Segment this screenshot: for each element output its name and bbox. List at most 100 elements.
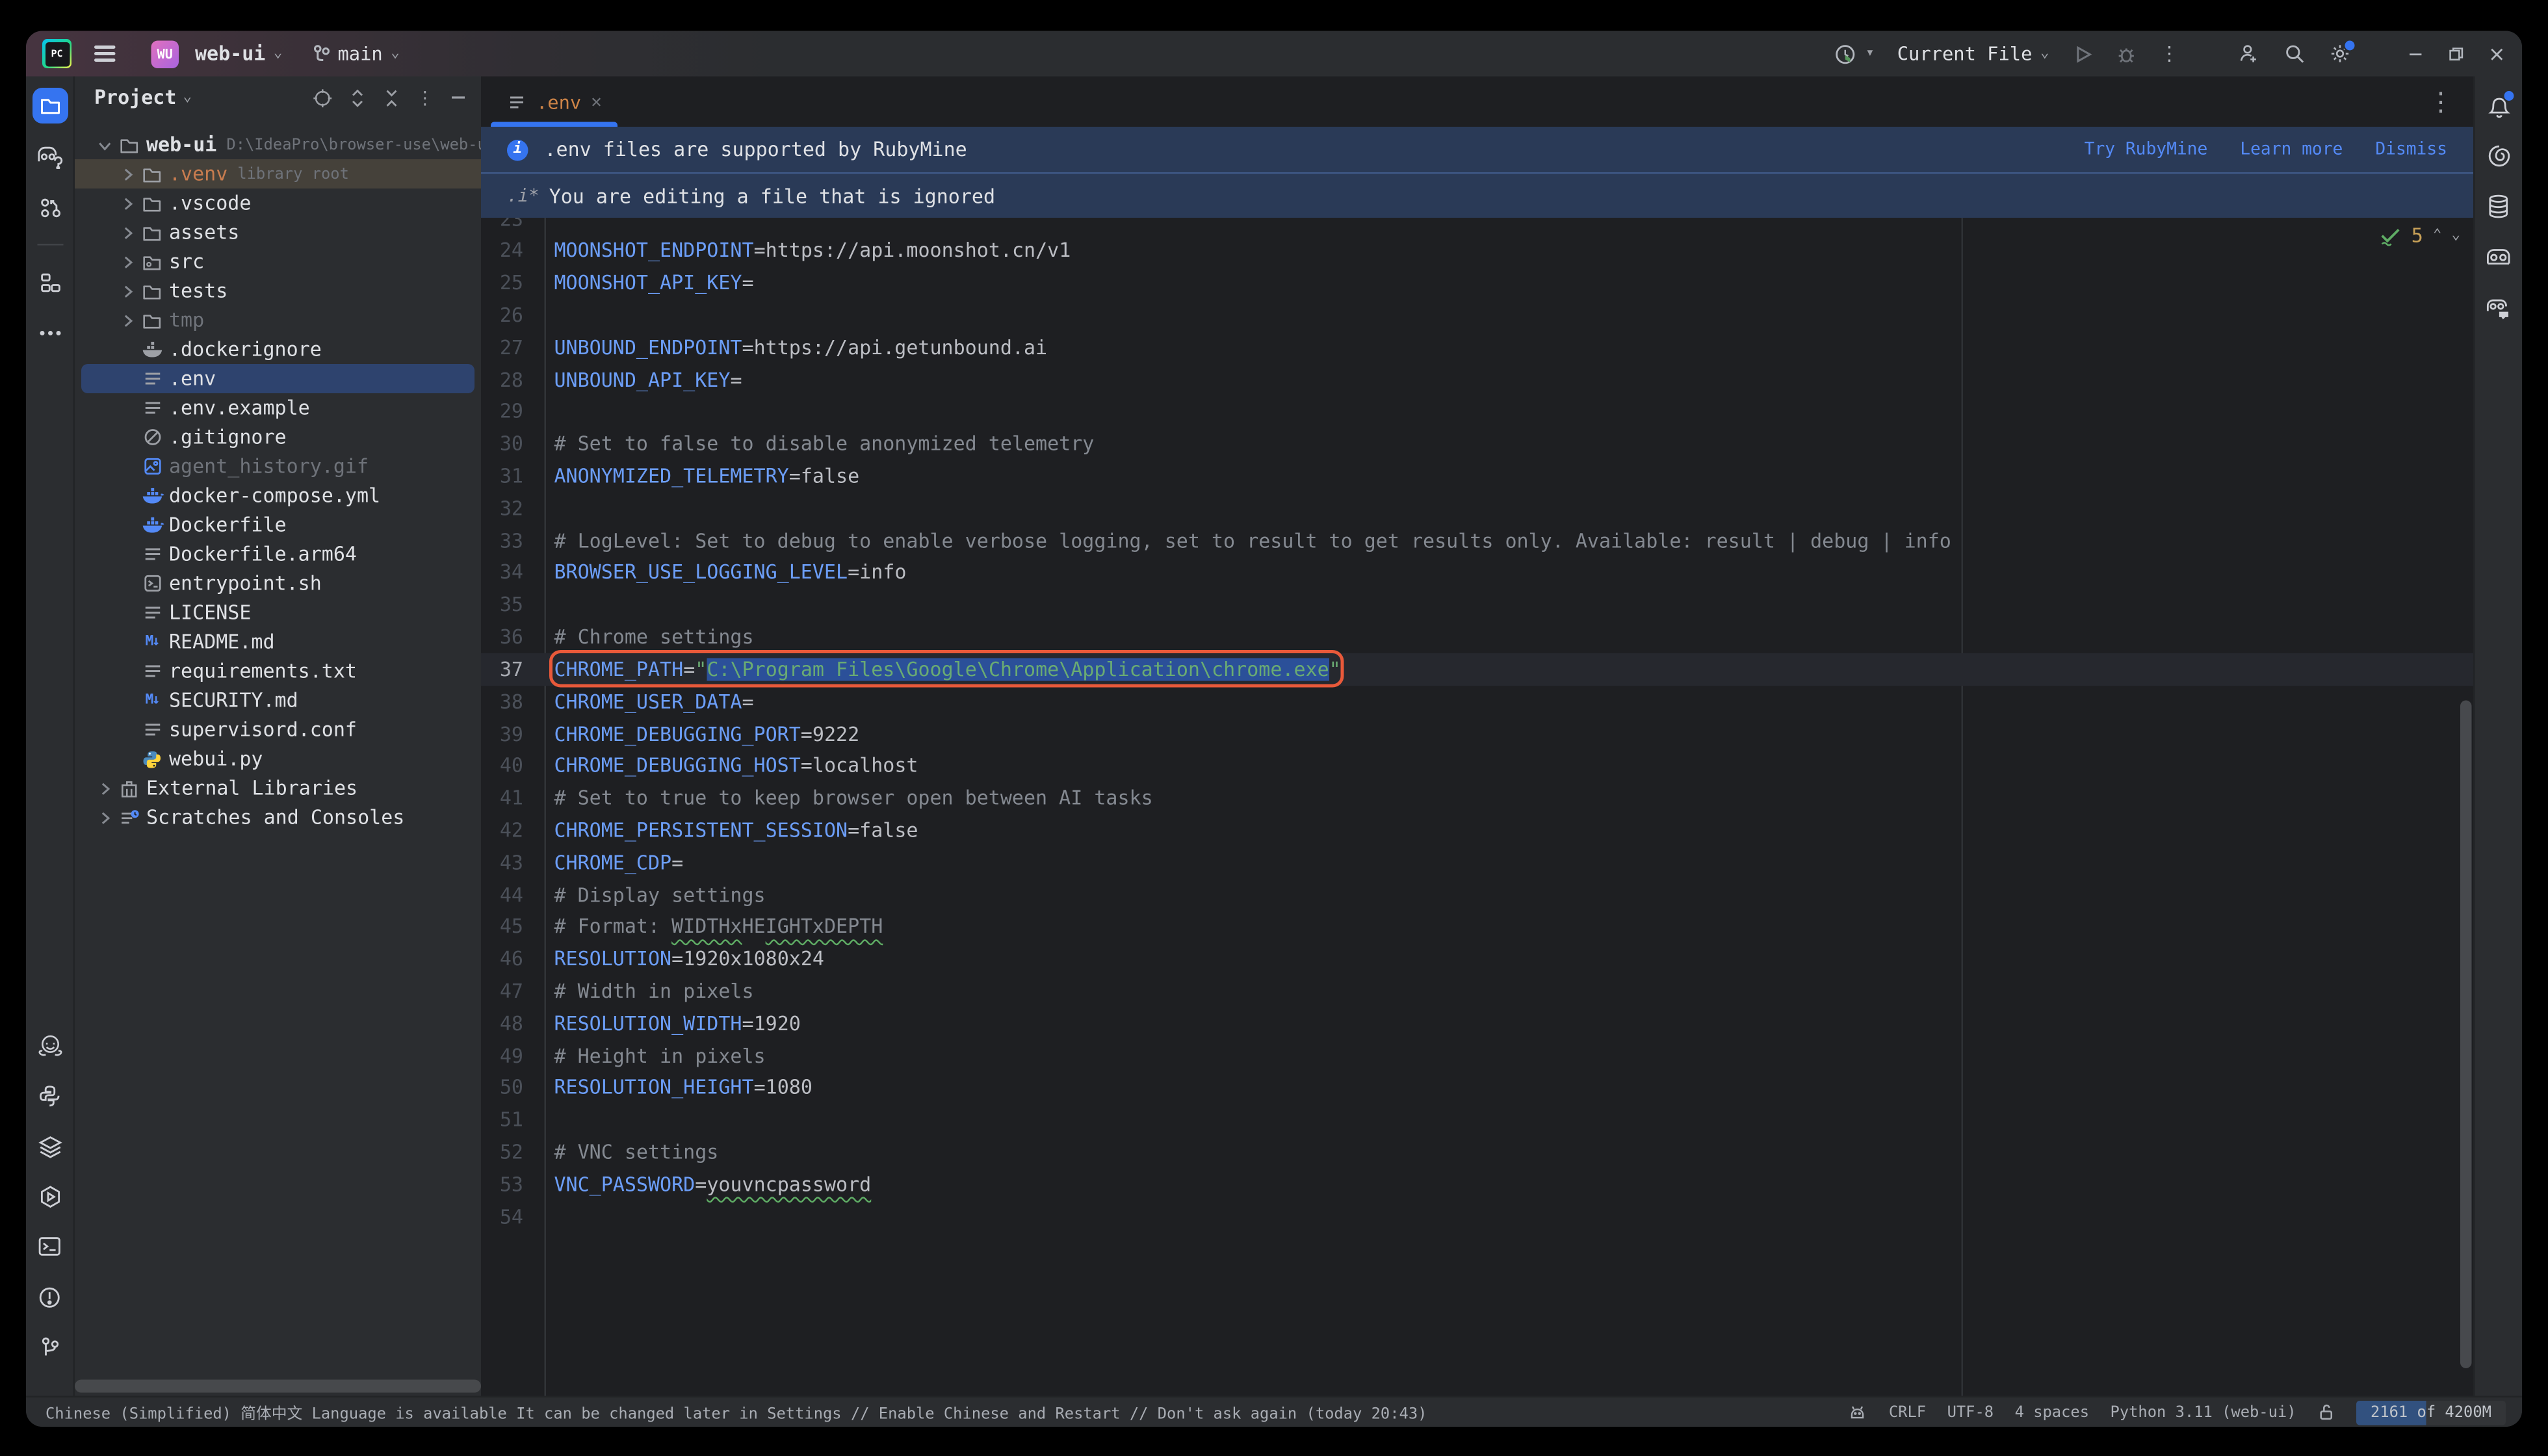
run-button[interactable]	[2072, 43, 2094, 64]
code-line-28[interactable]: 28UNBOUND_API_KEY=	[481, 363, 2473, 396]
code-line-32[interactable]: 32	[481, 492, 2473, 525]
chevron-down-icon[interactable]: ⌄	[183, 90, 192, 106]
tree-item--env-example[interactable]: .env.example	[75, 393, 481, 422]
chevron-right-icon[interactable]	[93, 809, 116, 827]
more-actions-kebab-icon[interactable]: ⋮	[2160, 42, 2179, 65]
interpreter-indicator[interactable]: Python 3.11 (web-ui)	[2111, 1403, 2296, 1422]
tree-item-tmp[interactable]: tmp	[75, 306, 481, 335]
tree-item--gitignore[interactable]: .gitignore	[75, 422, 481, 452]
commit-icon[interactable]	[32, 188, 68, 224]
notifications-bell-icon[interactable]	[2480, 88, 2516, 124]
code-line-26[interactable]: 26	[481, 299, 2473, 332]
code-line-51[interactable]: 51	[481, 1104, 2473, 1136]
banner-link-dismiss[interactable]: Dismiss	[2375, 140, 2447, 159]
tab-env[interactable]: .env ✕	[491, 77, 618, 127]
code-line-36[interactable]: 36# Chrome settings	[481, 621, 2473, 653]
chevron-right-icon[interactable]	[93, 779, 116, 798]
chevron-right-icon[interactable]	[116, 165, 138, 183]
code-line-54[interactable]: 54	[481, 1201, 2473, 1233]
ai-robot-chat-icon[interactable]	[2480, 289, 2516, 325]
python-packages-icon[interactable]	[32, 1078, 68, 1113]
tree-item-dockerfile[interactable]: Dockerfile	[75, 510, 481, 540]
hide-panel-icon[interactable]	[448, 88, 468, 107]
code-line-47[interactable]: 47# Width in pixels	[481, 975, 2473, 1008]
more-icon[interactable]	[32, 315, 68, 351]
status-message[interactable]: Chinese (Simplified) 简体中文 Language is av…	[46, 1401, 1427, 1424]
tree-item--venv[interactable]: .venvlibrary root	[75, 159, 481, 188]
main-menu-icon[interactable]	[94, 46, 116, 61]
tree-item--vscode[interactable]: .vscode	[75, 188, 481, 218]
code-line-42[interactable]: 42CHROME_PERSISTENT_SESSION=false	[481, 814, 2473, 847]
tree-item-webui-py[interactable]: webui.py	[75, 744, 481, 774]
chevron-down-icon[interactable]	[93, 136, 116, 154]
project-selector[interactable]: web-ui ⌄	[192, 42, 282, 65]
minimize-button[interactable]	[2407, 45, 2425, 63]
editor-vscrollbar[interactable]	[2460, 701, 2472, 1369]
android-icon[interactable]	[1848, 1403, 1867, 1422]
code-line-29[interactable]: 29	[481, 396, 2473, 428]
line-ending-indicator[interactable]: CRLF	[1889, 1403, 1926, 1422]
tab-close-icon[interactable]: ✕	[591, 91, 602, 112]
ai-assistant-icon[interactable]	[2480, 138, 2516, 174]
hugging-face-icon[interactable]	[32, 1027, 68, 1063]
panel-options-kebab-icon[interactable]: ⋮	[416, 87, 434, 109]
tree-item-web-ui[interactable]: web-uiD:\IdeaPro\browser-use\web-ui	[75, 130, 481, 159]
ai-robot-icon[interactable]	[2480, 239, 2516, 275]
code-line-24[interactable]: 24MOONSHOT_ENDPOINT=https://api.moonshot…	[481, 235, 2473, 267]
prev-problem-icon[interactable]: ⌃	[2433, 228, 2442, 244]
encoding-indicator[interactable]: UTF-8	[1947, 1403, 1994, 1422]
tree-item-security-md[interactable]: M↓SECURITY.md	[75, 686, 481, 715]
tree-item-src[interactable]: src	[75, 247, 481, 276]
locate-file-icon[interactable]	[312, 87, 333, 109]
chevron-right-icon[interactable]	[116, 253, 138, 271]
code-line-43[interactable]: 43CHROME_CDP=	[481, 846, 2473, 879]
next-problem-icon[interactable]: ⌄	[2451, 228, 2460, 244]
code-line-52[interactable]: 52# VNC settings	[481, 1136, 2473, 1169]
ai-assistant-help-icon[interactable]	[32, 138, 68, 174]
collapse-all-icon[interactable]	[382, 87, 402, 109]
code-line-41[interactable]: 41# Set to true to keep browser open bet…	[481, 782, 2473, 814]
expand-all-icon[interactable]	[348, 87, 367, 109]
project-avatar[interactable]: WU	[151, 40, 179, 68]
tree-item-license[interactable]: LICENSE	[75, 598, 481, 627]
code-line-50[interactable]: 50RESOLUTION_HEIGHT=1080	[481, 1072, 2473, 1104]
tree-item-dockerfile-arm64[interactable]: Dockerfile.arm64	[75, 540, 481, 569]
code-line-49[interactable]: 49# Height in pixels	[481, 1039, 2473, 1072]
banner-link-learn-more[interactable]: Learn more	[2240, 140, 2343, 159]
code-line-34[interactable]: 34BROWSER_USE_LOGGING_LEVEL=info	[481, 556, 2473, 589]
services-run-icon[interactable]	[32, 1178, 68, 1214]
code-line-48[interactable]: 48RESOLUTION_WIDTH=1920	[481, 1008, 2473, 1040]
indent-indicator[interactable]: 4 spaces	[2015, 1403, 2089, 1422]
tree-item-external-libraries[interactable]: External Libraries	[75, 774, 481, 803]
chevron-right-icon[interactable]	[116, 224, 138, 242]
code-line-25[interactable]: 25MOONSHOT_API_KEY=	[481, 267, 2473, 300]
tree-item-requirements-txt[interactable]: requirements.txt	[75, 656, 481, 686]
code-line-53[interactable]: 53VNC_PASSWORD=youvncpassword	[481, 1168, 2473, 1201]
maximize-button[interactable]	[2447, 45, 2465, 63]
code-line-31[interactable]: 31ANONYMIZED_TELEMETRY=false	[481, 460, 2473, 493]
close-button[interactable]	[2488, 45, 2506, 63]
code-line-45[interactable]: 45# Format: WIDTHxHEIGHTxDEPTH	[481, 911, 2473, 943]
run-configuration-selector[interactable]: Current File ⌄	[1897, 42, 2049, 65]
tree-item-agent-history-gif[interactable]: agent_history.gif	[75, 452, 481, 481]
code-line-38[interactable]: 38CHROME_USER_DATA=	[481, 685, 2473, 718]
tree-item-tests[interactable]: tests	[75, 276, 481, 306]
code-line-23[interactable]: 23	[481, 218, 2473, 235]
code-line-39[interactable]: 39CHROME_DEBUGGING_PORT=9222	[481, 718, 2473, 750]
code-editor[interactable]: 2324MOONSHOT_ENDPOINT=https://api.moonsh…	[481, 218, 2473, 1396]
problems-icon[interactable]	[32, 1279, 68, 1315]
git-icon[interactable]	[32, 1329, 68, 1365]
chevron-right-icon[interactable]	[116, 311, 138, 330]
debug-button[interactable]	[2116, 43, 2137, 64]
tree-item-docker-compose-yml[interactable]: docker-compose.yml	[75, 481, 481, 510]
memory-indicator[interactable]: 2161 of 4200M	[2356, 1400, 2506, 1425]
code-line-46[interactable]: 46RESOLUTION=1920x1080x24	[481, 943, 2473, 976]
tab-options-kebab-icon[interactable]: ⋮	[2428, 86, 2454, 118]
tree-item-entrypoint-sh[interactable]: entrypoint.sh	[75, 569, 481, 598]
code-line-40[interactable]: 40CHROME_DEBUGGING_HOST=localhost	[481, 750, 2473, 783]
structure-icon[interactable]	[32, 265, 68, 301]
tree-item-scratches-and-consoles[interactable]: Scratches and Consoles	[75, 803, 481, 832]
tree-item-supervisord-conf[interactable]: supervisord.conf	[75, 715, 481, 744]
tree-item-assets[interactable]: assets	[75, 218, 481, 247]
project-folder-icon[interactable]	[32, 88, 68, 124]
